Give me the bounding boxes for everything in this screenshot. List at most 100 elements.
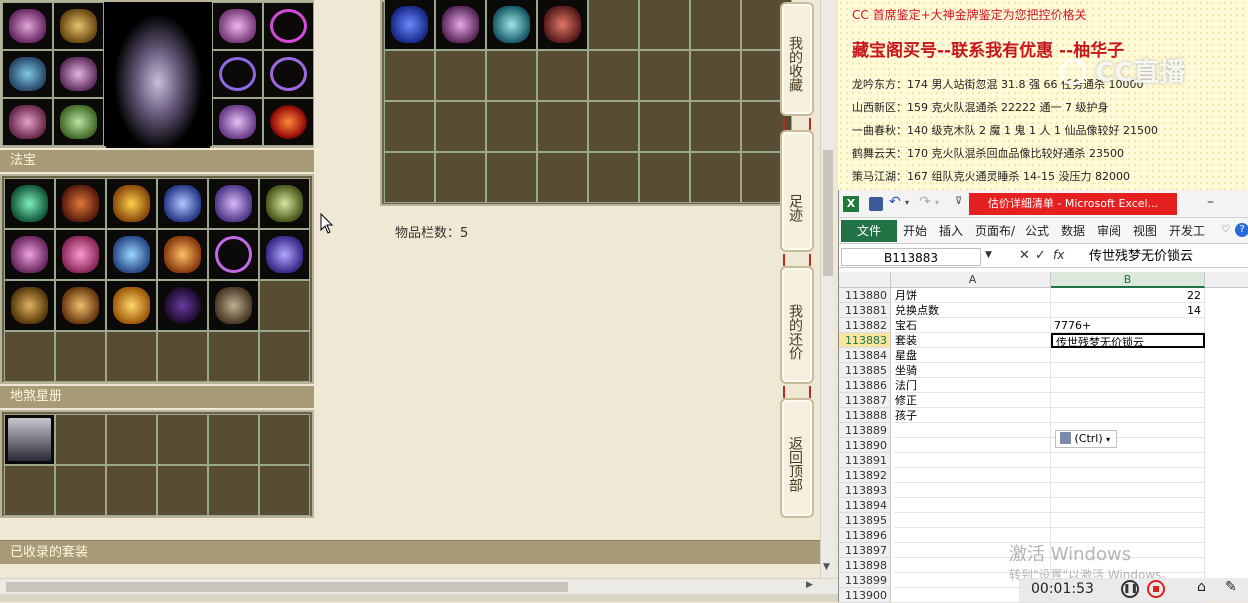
cell-a[interactable]: 兑换点数 xyxy=(895,303,1051,318)
tab-home[interactable]: 开始 xyxy=(903,220,927,242)
cell-b[interactable]: 14 xyxy=(1051,303,1205,318)
insert-function-icon[interactable]: fx xyxy=(1053,248,1064,262)
cell-b[interactable]: 22 xyxy=(1051,288,1205,303)
fabao-slot[interactable] xyxy=(106,229,157,280)
equip-slot[interactable] xyxy=(53,50,104,98)
inventory-slot-empty[interactable] xyxy=(384,152,435,203)
tab-insert[interactable]: 插入 xyxy=(939,220,963,242)
inventory-slot[interactable] xyxy=(537,0,588,50)
column-header-b[interactable]: B xyxy=(1051,272,1205,288)
star-card-slot[interactable] xyxy=(4,414,55,465)
inventory-slot[interactable] xyxy=(435,0,486,50)
horizontal-scrollbar[interactable]: ▶ xyxy=(0,578,838,594)
cell-a[interactable] xyxy=(895,483,1051,498)
inventory-slot-empty[interactable] xyxy=(384,50,435,101)
tab-formulas[interactable]: 公式 xyxy=(1025,220,1049,242)
inventory-slot[interactable] xyxy=(486,0,537,50)
row-number[interactable]: 113887 xyxy=(839,393,891,408)
fabao-slot[interactable] xyxy=(4,280,55,331)
cell-a[interactable] xyxy=(895,498,1051,513)
pause-icon[interactable]: ❚❚ xyxy=(1121,580,1139,598)
equip-slot[interactable] xyxy=(212,98,263,146)
inventory-slot-empty[interactable] xyxy=(639,101,690,152)
fabao-slot-empty[interactable] xyxy=(55,331,106,382)
inventory-slot-empty[interactable] xyxy=(639,50,690,101)
row-number[interactable]: 113890 xyxy=(839,438,891,453)
fabao-slot-empty[interactable] xyxy=(208,331,259,382)
row-number[interactable]: 113899 xyxy=(839,573,891,588)
inventory-slot-empty[interactable] xyxy=(537,50,588,101)
inventory-slot[interactable] xyxy=(384,0,435,50)
equip-slot[interactable] xyxy=(263,50,314,98)
tab-developer[interactable]: 开发工 xyxy=(1169,220,1205,242)
star-card-slot-empty[interactable] xyxy=(55,465,106,516)
excel-app-icon[interactable]: X xyxy=(843,196,859,212)
select-all-corner[interactable] xyxy=(839,272,891,288)
camera-icon[interactable]: ⌂ xyxy=(1197,579,1206,595)
equip-slot[interactable] xyxy=(53,2,104,50)
cell-b[interactable] xyxy=(1051,498,1205,513)
help-icon[interactable]: ? xyxy=(1235,223,1248,237)
fabao-slot[interactable] xyxy=(55,229,106,280)
row-number[interactable]: 113897 xyxy=(839,543,891,558)
cell-a[interactable]: 套装 xyxy=(895,333,1051,348)
row-number[interactable]: 113891 xyxy=(839,453,891,468)
fabao-slot[interactable] xyxy=(4,178,55,229)
fabao-slot[interactable] xyxy=(55,280,106,331)
scrollbar-thumb[interactable] xyxy=(823,150,833,276)
confirm-edit-icon[interactable]: ✓ xyxy=(1035,248,1046,263)
inventory-slot-empty[interactable] xyxy=(588,152,639,203)
cancel-edit-icon[interactable]: ✕ xyxy=(1019,248,1030,263)
row-number[interactable]: 113884 xyxy=(839,348,891,363)
cell-a[interactable]: 法门 xyxy=(895,378,1051,393)
equip-slot[interactable] xyxy=(2,2,53,50)
cell-b[interactable]: 7776+ xyxy=(1051,318,1205,333)
paste-options-button[interactable]: (Ctrl) ▾ xyxy=(1055,430,1117,448)
row-number[interactable]: 113900 xyxy=(839,588,891,603)
row-number[interactable]: 113892 xyxy=(839,468,891,483)
cell-a[interactable] xyxy=(895,468,1051,483)
ribbon-collapse-icon[interactable]: ♡ xyxy=(1221,224,1230,235)
cell-a[interactable]: 星盘 xyxy=(895,348,1051,363)
my-bargain-button[interactable]: 我的还价 xyxy=(780,266,814,384)
equip-slot[interactable] xyxy=(53,98,104,146)
cell-a[interactable]: 坐骑 xyxy=(895,363,1051,378)
tab-data[interactable]: 数据 xyxy=(1061,220,1085,242)
equip-slot[interactable] xyxy=(263,2,314,50)
inventory-slot-empty[interactable] xyxy=(690,152,741,203)
fabao-slot[interactable] xyxy=(157,178,208,229)
equip-slot[interactable] xyxy=(2,98,53,146)
star-card-slot-empty[interactable] xyxy=(4,465,55,516)
row-number-active[interactable]: 113883 xyxy=(839,333,891,348)
row-number[interactable]: 113882 xyxy=(839,318,891,333)
star-card-slot-empty[interactable] xyxy=(157,414,208,465)
redo-icon[interactable]: ↷ xyxy=(919,194,931,210)
inventory-slot-empty[interactable] xyxy=(384,101,435,152)
cell-a[interactable] xyxy=(895,453,1051,468)
star-card-slot-empty[interactable] xyxy=(106,414,157,465)
inventory-slot-empty[interactable] xyxy=(588,101,639,152)
cell-b[interactable] xyxy=(1051,513,1205,528)
cell-a[interactable] xyxy=(895,513,1051,528)
inventory-slot-empty[interactable] xyxy=(486,152,537,203)
redo-dropdown-icon[interactable]: ▾ xyxy=(935,198,939,207)
cell-b[interactable] xyxy=(1051,453,1205,468)
equip-slot[interactable] xyxy=(212,2,263,50)
inventory-slot-empty[interactable] xyxy=(435,152,486,203)
inventory-slot-empty[interactable] xyxy=(690,101,741,152)
row-number[interactable]: 113889 xyxy=(839,423,891,438)
undo-icon[interactable]: ↶ xyxy=(889,194,901,210)
fabao-slot[interactable] xyxy=(208,280,259,331)
inventory-slot-empty[interactable] xyxy=(588,50,639,101)
fabao-slot-empty[interactable] xyxy=(4,331,55,382)
star-card-slot-empty[interactable] xyxy=(106,465,157,516)
fabao-slot[interactable] xyxy=(106,178,157,229)
customize-toolbar-icon[interactable]: ⊽ xyxy=(955,196,962,207)
active-cell-b113883[interactable]: 传世残梦无价锁云 xyxy=(1051,333,1205,349)
scroll-down-arrow-icon[interactable]: ▼ xyxy=(823,562,830,572)
fabao-slot[interactable] xyxy=(106,280,157,331)
inventory-slot-empty[interactable] xyxy=(537,101,588,152)
hscroll-thumb[interactable] xyxy=(6,582,568,592)
cell-b[interactable] xyxy=(1051,363,1205,378)
cell-a[interactable] xyxy=(895,438,1051,453)
